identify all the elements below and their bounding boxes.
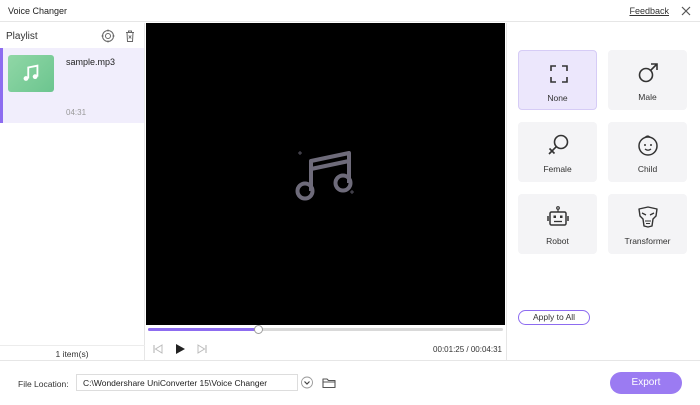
- player-controls: 00:01:25 / 00:04:31: [146, 325, 505, 360]
- chevron-down-icon[interactable]: [298, 374, 316, 391]
- total-time: 00:04:31: [470, 345, 502, 354]
- effect-female[interactable]: Female: [518, 122, 597, 182]
- effect-child[interactable]: Child: [608, 122, 687, 182]
- progress-track[interactable]: [148, 325, 503, 334]
- file-duration: 04:31: [66, 108, 87, 117]
- music-note-icon: [23, 64, 39, 81]
- effect-male[interactable]: Male: [608, 50, 687, 110]
- time-separator: /: [464, 345, 471, 354]
- close-icon[interactable]: [678, 3, 694, 19]
- effect-transformer[interactable]: Transformer: [608, 194, 687, 254]
- effect-label: Child: [637, 164, 658, 174]
- effect-label: Female: [543, 164, 572, 174]
- effect-label: Transformer: [624, 236, 671, 246]
- app-title: Voice Changer: [8, 6, 68, 16]
- playlist-title: Playlist: [6, 31, 38, 42]
- apply-to-all-button[interactable]: Apply to All: [518, 310, 590, 325]
- playlist-header: Playlist: [0, 23, 145, 48]
- bottom-bar: File Location: C:\Wondershare UniConvert…: [0, 360, 700, 405]
- voice-effects-panel: None Male Female Child Robot Transformer…: [506, 23, 700, 360]
- progress-fill: [148, 328, 259, 331]
- playback-time: 00:01:25 / 00:04:31: [433, 345, 502, 354]
- effect-label: None: [547, 93, 568, 103]
- effect-label: Male: [638, 92, 657, 102]
- music-note-icon: [295, 151, 354, 201]
- male-symbol-icon: [638, 63, 658, 83]
- current-time: 00:01:25: [433, 345, 465, 354]
- feedback-link[interactable]: Feedback: [629, 6, 669, 16]
- play-icon[interactable]: [173, 342, 187, 356]
- effect-none[interactable]: None: [518, 50, 597, 110]
- transformer-icon: [638, 206, 658, 228]
- effect-label: Robot: [546, 236, 569, 246]
- child-face-icon: [638, 135, 658, 156]
- effect-robot[interactable]: Robot: [518, 194, 597, 254]
- female-symbol-icon: [548, 134, 569, 155]
- next-icon[interactable]: [195, 342, 209, 356]
- progress-knob[interactable]: [253, 325, 263, 334]
- playlist-panel: Playlist sample.mp3 04:31 1 item(s): [0, 23, 145, 360]
- robot-icon: [547, 206, 569, 226]
- file-location-label: File Location:: [18, 379, 69, 389]
- playlist-footer: 1 item(s): [0, 345, 145, 360]
- folder-icon[interactable]: [321, 375, 337, 390]
- add-file-icon[interactable]: [100, 28, 116, 44]
- preview-area: [146, 23, 505, 325]
- export-button[interactable]: Export: [610, 372, 682, 394]
- title-bar: Voice Changer Feedback: [0, 0, 700, 22]
- playlist-item[interactable]: sample.mp3 04:31: [0, 48, 144, 123]
- item-count: 1 item(s): [55, 349, 89, 359]
- fullscreen-frame-icon: [550, 65, 568, 83]
- file-location-field[interactable]: C:\Wondershare UniConverter 15\Voice Cha…: [76, 374, 298, 391]
- trash-icon[interactable]: [122, 28, 138, 44]
- previous-icon[interactable]: [151, 342, 165, 356]
- thumbnail: [8, 55, 54, 92]
- file-name: sample.mp3: [66, 57, 116, 67]
